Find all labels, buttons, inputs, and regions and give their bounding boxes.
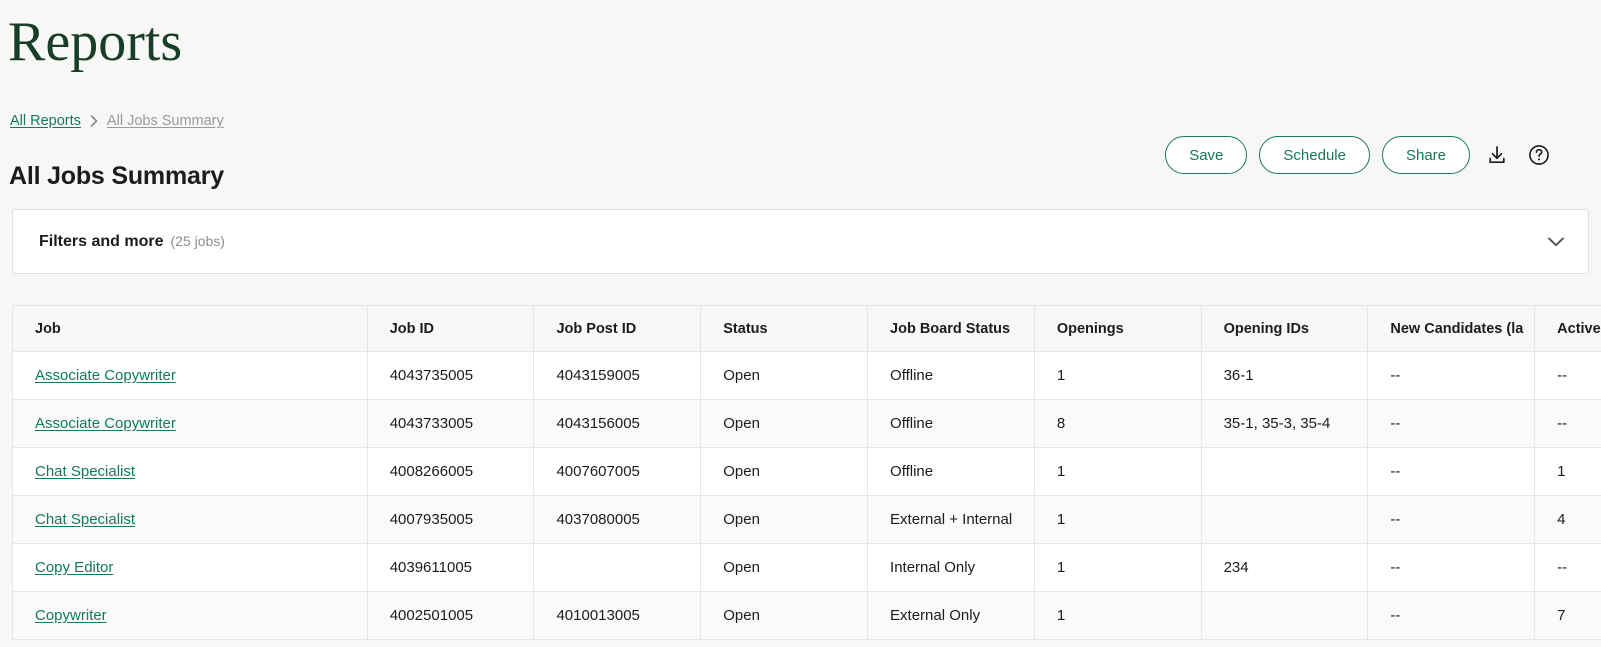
job-link[interactable]: Associate Copywriter <box>35 367 176 384</box>
cell-job-board-status: External Only <box>867 591 1035 640</box>
reports-page: Reports All Reports All Jobs Summary All… <box>0 0 1601 647</box>
cell-openings: 1 <box>1033 351 1202 400</box>
cell-active-candidates: -- <box>1534 543 1601 592</box>
cell-job: Associate Copywriter <box>12 351 368 400</box>
cell-job-id: 4043733005 <box>366 399 535 448</box>
cell-opening-ids: 234 <box>1200 543 1369 592</box>
job-link[interactable]: Associate Copywriter <box>35 415 176 432</box>
filters-job-count: (25 jobs) <box>170 232 225 249</box>
cell-job-board-status: Offline <box>867 447 1035 496</box>
cell-openings: 1 <box>1033 543 1202 592</box>
cell-openings: 1 <box>1033 447 1202 496</box>
breadcrumb-current-all-jobs-summary: All Jobs Summary <box>106 113 224 129</box>
cell-job-post-id <box>533 543 702 592</box>
cell-new-candidates: -- <box>1367 591 1536 640</box>
table-row: Copy Editor 4039611005 Open Internal Onl… <box>12 543 1601 592</box>
report-table-container: Job Job ID Job Post ID Status Job Board … <box>12 305 1601 640</box>
column-header-job-board-status[interactable]: Job Board Status <box>867 305 1035 352</box>
table-row: Associate Copywriter 4043735005 40431590… <box>12 351 1601 400</box>
filters-label-group: Filters and more (25 jobs) <box>39 233 225 251</box>
cell-job-board-status: Offline <box>867 351 1035 400</box>
page-header-row: All Jobs Summary Save Schedule Share <box>0 133 1601 191</box>
all-jobs-summary-table: Job Job ID Job Post ID Status Job Board … <box>12 305 1601 640</box>
job-link[interactable]: Copy Editor <box>35 559 113 576</box>
share-button[interactable]: Share <box>1381 136 1470 174</box>
cell-status: Open <box>700 591 869 640</box>
filters-and-more-panel[interactable]: Filters and more (25 jobs) <box>12 209 1589 274</box>
cell-job: Associate Copywriter <box>12 399 368 448</box>
filters-title: Filters and more <box>39 232 164 250</box>
cell-status: Open <box>700 495 869 544</box>
chevron-right-icon <box>90 115 98 127</box>
help-circle-icon[interactable] <box>1524 140 1554 170</box>
cell-opening-ids: 35-1, 35-3, 35-4 <box>1200 399 1369 448</box>
cell-active-candidates: -- <box>1534 399 1601 448</box>
cell-status: Open <box>700 351 869 400</box>
cell-openings: 1 <box>1033 495 1202 544</box>
table-row: Chat Specialist 4007935005 4037080005 Op… <box>12 495 1601 544</box>
schedule-button[interactable]: Schedule <box>1259 136 1370 174</box>
cell-status: Open <box>700 447 869 496</box>
cell-job: Chat Specialist <box>12 495 368 544</box>
cell-status: Open <box>700 543 869 592</box>
table-row: Chat Specialist 4008266005 4007607005 Op… <box>12 447 1601 496</box>
cell-openings: 8 <box>1033 399 1202 448</box>
cell-opening-ids: 36-1 <box>1200 351 1369 400</box>
table-row: Associate Copywriter 4043733005 40431560… <box>12 399 1601 448</box>
cell-job-board-status: Internal Only <box>867 543 1035 592</box>
download-icon[interactable] <box>1482 140 1512 170</box>
cell-new-candidates: -- <box>1367 399 1536 448</box>
cell-new-candidates: -- <box>1367 351 1536 400</box>
column-header-active-candidates[interactable]: Active Cand <box>1534 305 1601 352</box>
cell-active-candidates: 7 <box>1534 591 1601 640</box>
cell-opening-ids <box>1200 447 1369 496</box>
header-actions: Save Schedule Share <box>1165 136 1554 174</box>
column-header-job[interactable]: Job <box>12 305 368 352</box>
cell-job: Chat Specialist <box>12 447 368 496</box>
cell-job-post-id: 4043159005 <box>533 351 702 400</box>
cell-opening-ids <box>1200 495 1369 544</box>
column-header-new-candidates[interactable]: New Candidates (la <box>1367 305 1536 352</box>
table-body: Associate Copywriter 4043735005 40431590… <box>12 351 1601 640</box>
cell-openings: 1 <box>1033 591 1202 640</box>
save-button[interactable]: Save <box>1165 136 1248 174</box>
cell-job-post-id: 4010013005 <box>533 591 702 640</box>
cell-job-id: 4008266005 <box>366 447 535 496</box>
job-link[interactable]: Chat Specialist <box>35 463 135 480</box>
cell-job: Copywriter <box>12 591 368 640</box>
breadcrumb: All Reports All Jobs Summary <box>10 113 224 129</box>
cell-opening-ids <box>1200 591 1369 640</box>
cell-status: Open <box>700 399 869 448</box>
report-title: All Jobs Summary <box>9 161 224 190</box>
table-header: Job Job ID Job Post ID Status Job Board … <box>12 305 1601 352</box>
cell-active-candidates: 4 <box>1534 495 1601 544</box>
cell-job-id: 4043735005 <box>366 351 535 400</box>
cell-job-board-status: External + Internal <box>867 495 1035 544</box>
cell-job-post-id: 4007607005 <box>533 447 702 496</box>
breadcrumb-link-all-reports[interactable]: All Reports <box>10 113 81 129</box>
cell-active-candidates: -- <box>1534 351 1601 400</box>
cell-new-candidates: -- <box>1367 447 1536 496</box>
cell-new-candidates: -- <box>1367 495 1536 544</box>
column-header-job-id[interactable]: Job ID <box>366 305 535 352</box>
column-header-openings[interactable]: Openings <box>1033 305 1202 352</box>
cell-job-board-status: Offline <box>867 399 1035 448</box>
job-link[interactable]: Chat Specialist <box>35 511 135 528</box>
column-header-opening-ids[interactable]: Opening IDs <box>1200 305 1369 352</box>
table-header-row: Job Job ID Job Post ID Status Job Board … <box>12 305 1601 352</box>
column-header-status[interactable]: Status <box>700 305 869 352</box>
page-title: Reports <box>8 11 183 73</box>
cell-job-id: 4002501005 <box>366 591 535 640</box>
cell-active-candidates: 1 <box>1534 447 1601 496</box>
cell-new-candidates: -- <box>1367 543 1536 592</box>
table-row: Copywriter 4002501005 4010013005 Open Ex… <box>12 591 1601 640</box>
cell-job-id: 4039611005 <box>366 543 535 592</box>
cell-job: Copy Editor <box>12 543 368 592</box>
chevron-down-icon[interactable] <box>1546 236 1566 248</box>
job-link[interactable]: Copywriter <box>35 607 107 624</box>
cell-job-post-id: 4043156005 <box>533 399 702 448</box>
column-header-job-post-id[interactable]: Job Post ID <box>533 305 702 352</box>
cell-job-id: 4007935005 <box>366 495 535 544</box>
cell-job-post-id: 4037080005 <box>533 495 702 544</box>
